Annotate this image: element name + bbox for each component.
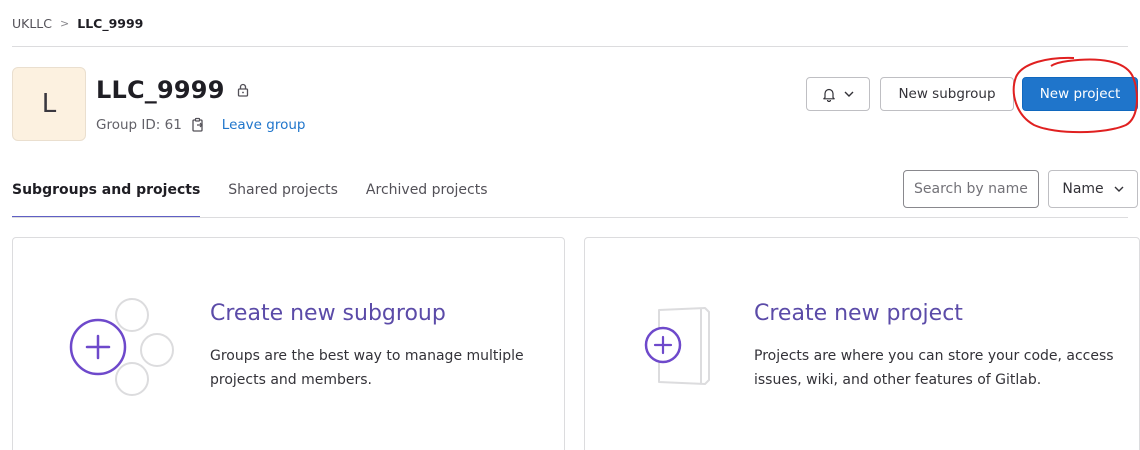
card-title: Create new project [754, 301, 963, 326]
lock-icon [237, 83, 248, 97]
notification-settings-button[interactable] [806, 77, 870, 111]
subgroup-illustration-icon [69, 298, 174, 396]
group-meta: Group ID: 61 Leave group [96, 117, 305, 133]
tab-archived-projects[interactable]: Archived projects [366, 170, 488, 218]
project-illustration-icon [644, 307, 710, 385]
sort-label: Name [1062, 181, 1104, 197]
copy-icon[interactable] [190, 117, 206, 133]
search-input[interactable] [903, 170, 1039, 208]
tab-shared-projects[interactable]: Shared projects [228, 170, 338, 218]
group-name: LLC_9999 [96, 76, 225, 104]
chevron-down-icon [1114, 186, 1124, 192]
create-subgroup-card[interactable]: Create new subgroup Groups are the best … [12, 237, 565, 450]
bell-icon [823, 88, 835, 102]
tab-subgroups-and-projects[interactable]: Subgroups and projects [12, 170, 201, 218]
create-project-card[interactable]: Create new project Projects are where yo… [584, 237, 1140, 450]
group-title-row: LLC_9999 [96, 76, 251, 104]
card-title: Create new subgroup [210, 301, 446, 326]
group-id: Group ID: 61 [96, 117, 182, 133]
card-description: Groups are the best way to manage multip… [210, 348, 524, 388]
card-description: Projects are where you can store your co… [754, 348, 1114, 388]
divider [12, 46, 1128, 47]
chevron-right-icon: > [60, 17, 70, 30]
leave-group-link[interactable]: Leave group [222, 117, 306, 133]
chevron-down-icon [844, 91, 854, 97]
sort-dropdown[interactable]: Name [1048, 170, 1138, 208]
tab-bar: Subgroups and projects Shared projects A… [12, 170, 516, 218]
new-project-button[interactable]: New project [1022, 77, 1138, 111]
new-subgroup-button[interactable]: New subgroup [880, 77, 1014, 111]
breadcrumb: UKLLC > LLC_9999 [12, 16, 143, 31]
group-avatar: L [12, 67, 86, 141]
breadcrumb-current[interactable]: LLC_9999 [77, 16, 143, 31]
divider [12, 217, 1128, 218]
breadcrumb-root[interactable]: UKLLC [12, 16, 52, 31]
